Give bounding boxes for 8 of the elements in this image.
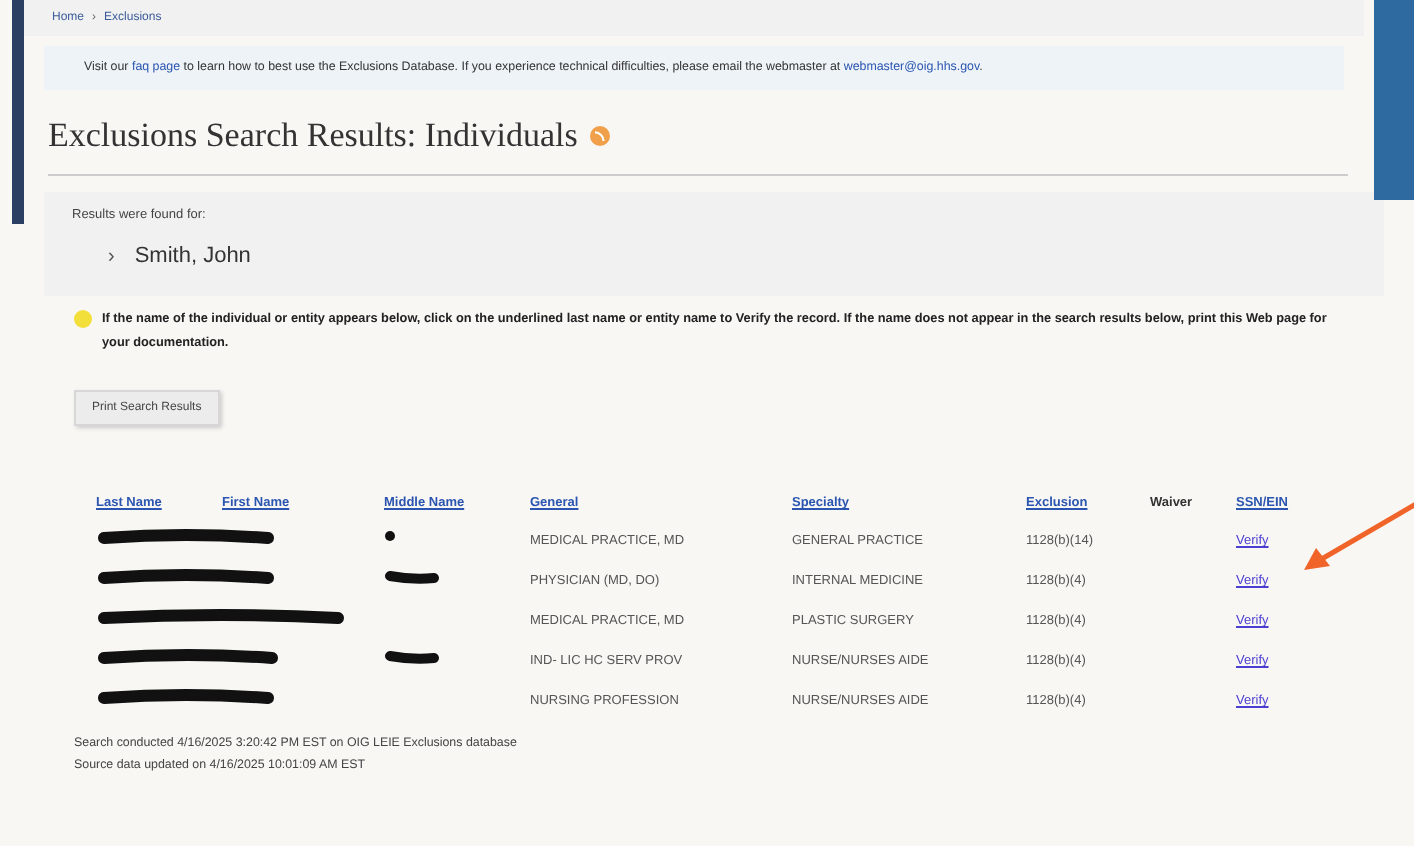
redaction-mark (384, 530, 396, 542)
feed-icon (589, 126, 610, 146)
info-icon (74, 310, 92, 328)
bullet-icon: › (108, 245, 115, 267)
page-title: Exclusions Search Results: Individuals (48, 116, 578, 156)
redaction-mark (384, 569, 440, 583)
redaction-mark (384, 649, 440, 663)
search-term: Smith, John (134, 244, 251, 268)
